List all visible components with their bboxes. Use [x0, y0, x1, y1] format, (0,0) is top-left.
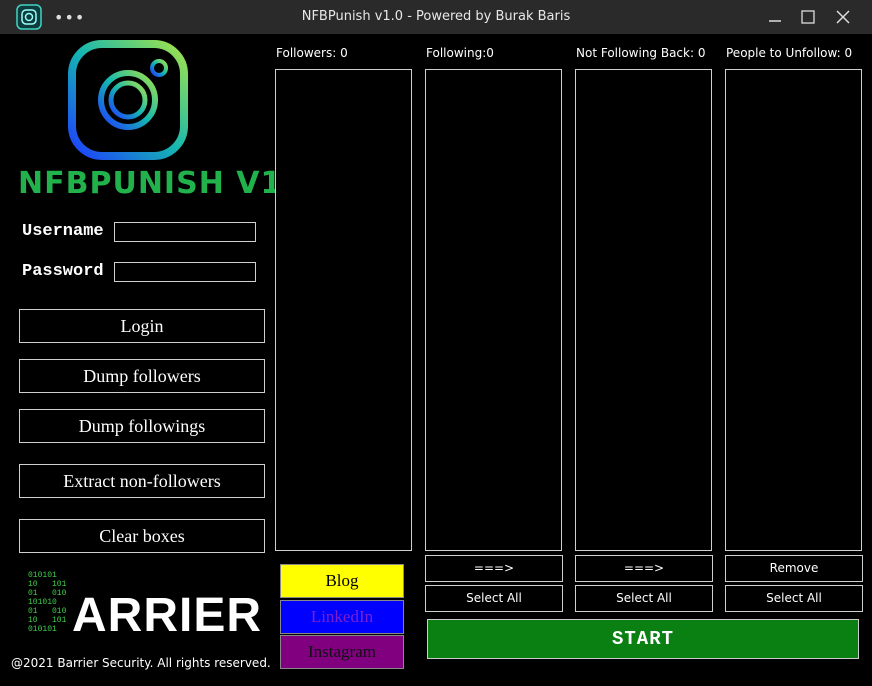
binary-art: 010101 10 101 01 010 101010 01 010 10 10… — [28, 571, 67, 634]
login-button[interactable]: Login — [19, 309, 265, 343]
instagram-logo-icon — [68, 40, 188, 160]
copyright-text: @2021 Barrier Security. All rights reser… — [11, 656, 271, 670]
remove-button[interactable]: Remove — [725, 555, 863, 582]
following-count-label: Following:0 — [426, 46, 494, 60]
not-following-back-listbox[interactable] — [575, 69, 712, 551]
dump-followings-button[interactable]: Dump followings — [19, 409, 265, 443]
password-label: Password — [22, 262, 104, 281]
minimize-icon[interactable] — [764, 6, 786, 28]
username-label: Username — [22, 222, 104, 241]
close-icon[interactable] — [832, 6, 854, 28]
extract-non-followers-button[interactable]: Extract non-followers — [19, 464, 265, 498]
instagram-button[interactable]: Instagram — [280, 635, 404, 669]
people-to-unfollow-listbox[interactable] — [725, 69, 862, 551]
window-title: NFBPunish v1.0 - Powered by Burak Baris — [301, 9, 571, 24]
start-button[interactable]: START — [427, 619, 859, 659]
not-following-back-label: Not Following Back: 0 — [576, 46, 706, 60]
select-all-unfollow-button[interactable]: Select All — [725, 585, 863, 612]
username-input[interactable] — [114, 222, 256, 242]
move-to-not-following-button[interactable]: ===> — [425, 555, 563, 582]
move-to-unfollow-button[interactable]: ===> — [575, 555, 713, 582]
app-title: NFBPUNISH V1.0 — [18, 166, 317, 201]
select-all-not-following-button[interactable]: Select All — [575, 585, 713, 612]
blog-button[interactable]: Blog — [280, 564, 404, 598]
clear-boxes-button[interactable]: Clear boxes — [19, 519, 265, 553]
maximize-icon[interactable] — [797, 6, 819, 28]
dump-followers-button[interactable]: Dump followers — [19, 359, 265, 393]
password-input[interactable] — [114, 262, 256, 282]
following-listbox[interactable] — [425, 69, 562, 551]
followers-listbox[interactable] — [275, 69, 412, 551]
barrier-logo-text: ARRIER — [72, 589, 263, 642]
people-to-unfollow-label: People to Unfollow: 0 — [726, 46, 853, 60]
linkedin-button[interactable]: LinkedIn — [280, 600, 404, 634]
title-bar: ••• NFBPunish v1.0 - Powered by Burak Ba… — [0, 0, 872, 34]
select-all-following-button[interactable]: Select All — [425, 585, 563, 612]
followers-count-label: Followers: 0 — [276, 46, 348, 60]
